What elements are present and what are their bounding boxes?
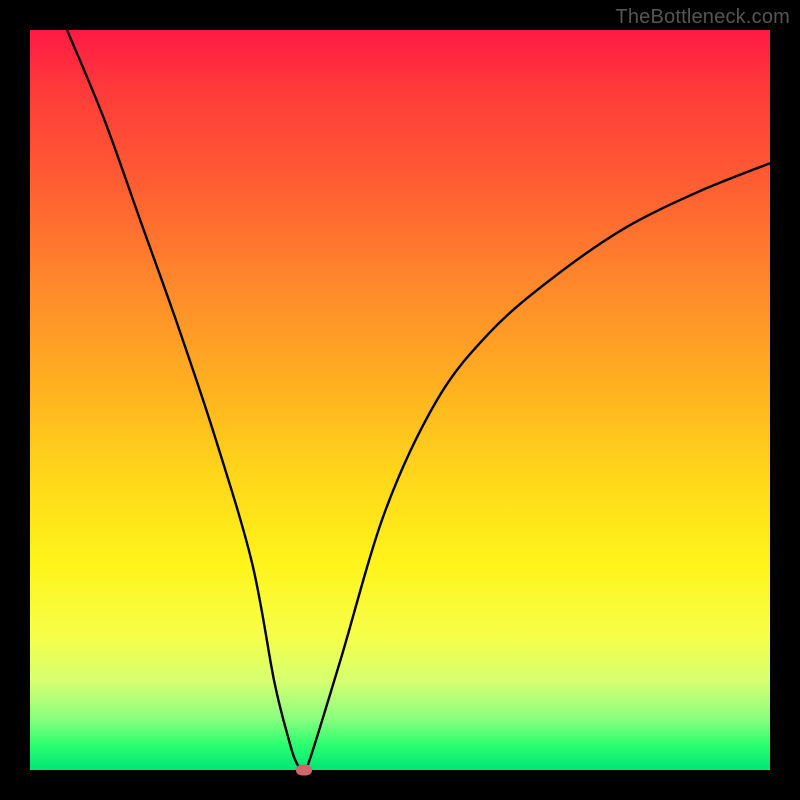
chart-frame: TheBottleneck.com	[0, 0, 800, 800]
plot-area	[30, 30, 770, 770]
watermark-text: TheBottleneck.com	[615, 6, 790, 29]
chart-curve	[30, 30, 770, 770]
minimum-marker	[296, 765, 312, 776]
